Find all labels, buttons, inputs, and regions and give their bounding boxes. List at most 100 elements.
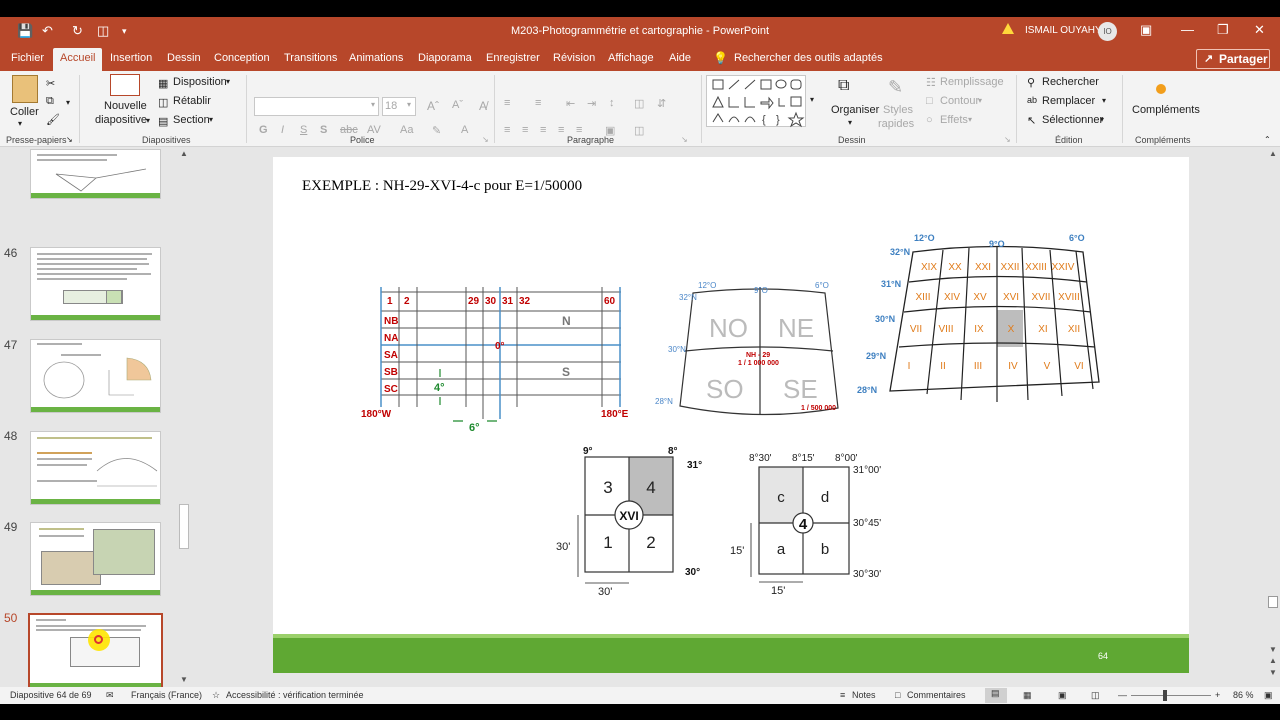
save-icon[interactable]: 💾 <box>17 23 33 39</box>
minimize-icon[interactable]: — <box>1181 22 1194 37</box>
fit-slide-icon[interactable]: ▣ <box>1264 690 1273 701</box>
replace-button[interactable]: Remplacer <box>1042 95 1095 107</box>
shadow-icon[interactable]: S <box>320 124 327 136</box>
numbering-icon[interactable]: ≡ <box>535 97 541 109</box>
slide-canvas[interactable]: EXEMPLE : NH-29-XVI-4-c pour E=1/50000 1… <box>273 157 1189 673</box>
scroll-up-icon[interactable]: ▲ <box>180 149 188 158</box>
underline-icon[interactable]: S <box>300 124 307 136</box>
shape-effects-button[interactable]: Effets <box>940 114 968 126</box>
align-right-icon[interactable]: ≡ <box>540 124 546 136</box>
quick-styles-button-line2[interactable]: rapides <box>878 118 914 130</box>
text-direction-icon[interactable]: ⇵ <box>657 97 666 110</box>
zoom-in-icon[interactable]: + <box>1215 690 1220 700</box>
shape-effects-dropdown-icon[interactable]: ▾ <box>968 115 972 124</box>
increase-font-icon[interactable]: Aˆ <box>427 99 439 113</box>
section-icon[interactable]: ▤ <box>158 115 168 128</box>
new-slide-button-line2[interactable]: diapositive <box>95 114 147 126</box>
scroll-down-icon[interactable]: ▼ <box>180 675 188 684</box>
justify-icon[interactable]: ≡ <box>558 124 564 136</box>
italic-icon[interactable]: I <box>281 124 284 136</box>
tab-conception[interactable]: Conception <box>214 52 270 64</box>
slide-counter[interactable]: Diapositive 64 de 69 <box>10 690 92 700</box>
shape-fill-button[interactable]: Remplissage <box>940 76 1004 88</box>
quick-styles-button[interactable]: Styles <box>883 104 913 116</box>
slide-thumbnail[interactable] <box>30 149 161 199</box>
paste-dropdown-icon[interactable]: ▾ <box>18 119 22 128</box>
new-slide-icon[interactable] <box>110 74 140 96</box>
start-slideshow-icon[interactable]: ◫ <box>97 23 109 39</box>
new-slide-dropdown-icon[interactable]: ▾ <box>146 116 150 125</box>
scroll-down-icon[interactable]: ▼ <box>1269 645 1277 654</box>
slide-sorter-icon[interactable]: ▦ <box>1023 690 1032 701</box>
close-icon[interactable]: ✕ <box>1254 22 1265 38</box>
layout-button[interactable]: Disposition <box>173 76 227 88</box>
select-icon[interactable]: ↖ <box>1027 114 1036 127</box>
shape-outline-icon[interactable]: □ <box>926 95 933 107</box>
zoom-out-icon[interactable]: — <box>1118 690 1127 700</box>
layout-icon[interactable]: ▦ <box>158 77 168 90</box>
cut-icon[interactable]: ✂ <box>46 77 55 90</box>
increase-indent-icon[interactable]: ⇥ <box>587 97 596 110</box>
clipboard-launcher-icon[interactable]: ↘ <box>66 135 73 144</box>
tab-fichier[interactable]: Fichier <box>11 52 44 64</box>
slide-thumbnail-selected[interactable] <box>28 613 163 690</box>
customize-toolbar-icon[interactable]: ▾ <box>122 26 127 37</box>
font-name-combo[interactable] <box>254 97 379 116</box>
paste-icon[interactable] <box>12 75 38 103</box>
format-painter-icon[interactable]: 🖌 <box>46 113 60 126</box>
previous-slide-icon[interactable]: ▲ <box>1269 656 1277 665</box>
tab-dessin[interactable]: Dessin <box>167 52 201 64</box>
slide-thumbnail[interactable] <box>30 431 161 505</box>
shape-effects-icon[interactable]: ○ <box>926 114 933 126</box>
font-size-dropdown-icon[interactable]: ▾ <box>407 100 411 109</box>
select-button[interactable]: Sélectionner <box>1042 114 1103 126</box>
addins-icon[interactable] <box>1156 84 1166 94</box>
replace-dropdown-icon[interactable]: ▾ <box>1102 96 1106 105</box>
comments-button[interactable]: Commentaires <box>907 690 966 700</box>
tab-enregistrer[interactable]: Enregistrer <box>486 52 540 64</box>
slide-thumbnail[interactable] <box>30 522 161 596</box>
thumbnails-scrollbar[interactable]: ▲ ▼ <box>178 149 190 687</box>
copy-dropdown-icon[interactable]: ▾ <box>66 98 70 107</box>
font-launcher-icon[interactable]: ↘ <box>482 135 489 144</box>
reading-view-icon[interactable]: ▣ <box>1058 690 1067 701</box>
redo-icon[interactable]: ↻ <box>72 23 83 39</box>
user-name[interactable]: ISMAIL OUYAHYA <box>1025 25 1108 36</box>
align-center-icon[interactable]: ≡ <box>522 124 528 136</box>
smartart-icon[interactable]: ◫ <box>634 124 644 137</box>
columns-icon[interactable]: ◫ <box>634 97 644 110</box>
normal-view-icon[interactable]: ▤ <box>985 688 1007 703</box>
font-color-icon[interactable]: A <box>461 124 468 136</box>
zoom-slider-track[interactable] <box>1131 695 1211 696</box>
tab-aide[interactable]: Aide <box>669 52 691 64</box>
replace-icon[interactable]: ab <box>1027 95 1037 105</box>
undo-icon[interactable]: ↶ <box>42 23 53 39</box>
slideshow-view-icon[interactable]: ◫ <box>1091 690 1100 701</box>
bullets-icon[interactable]: ≡ <box>504 97 510 109</box>
tab-animations[interactable]: Animations <box>349 52 403 64</box>
slide-thumbnail[interactable] <box>30 339 161 413</box>
bold-icon[interactable]: G <box>259 124 268 136</box>
new-slide-button[interactable]: Nouvelle <box>104 100 147 112</box>
find-button[interactable]: Rechercher <box>1042 76 1099 88</box>
avatar[interactable]: IO <box>1098 22 1117 41</box>
select-dropdown-icon[interactable]: ▾ <box>1100 115 1104 124</box>
section-dropdown-icon[interactable]: ▾ <box>209 115 213 124</box>
zoom-slider-thumb[interactable] <box>1163 690 1167 701</box>
shape-outline-button[interactable]: Contour <box>940 95 979 107</box>
tab-revision[interactable]: Révision <box>553 52 595 64</box>
addins-button[interactable]: Compléments <box>1132 104 1200 116</box>
tab-transitions[interactable]: Transitions <box>284 52 337 64</box>
arrange-icon[interactable]: ⧉ <box>838 77 849 95</box>
accessibility-icon[interactable]: ☆ <box>212 690 220 701</box>
share-button[interactable]: ↗ Partager <box>1196 49 1270 69</box>
shape-outline-dropdown-icon[interactable]: ▾ <box>978 96 982 105</box>
accessibility-status[interactable]: Accessibilité : vérification terminée <box>226 690 364 700</box>
notes-button[interactable]: Notes <box>852 690 876 700</box>
layout-dropdown-icon[interactable]: ▾ <box>226 77 230 86</box>
reset-icon[interactable]: ◫ <box>158 96 168 109</box>
spellcheck-icon[interactable]: ✉ <box>106 690 114 701</box>
arrange-dropdown-icon[interactable]: ▾ <box>848 118 852 127</box>
shapes-gallery[interactable]: {} <box>706 75 806 128</box>
paragraph-launcher-icon[interactable]: ↘ <box>681 135 688 144</box>
